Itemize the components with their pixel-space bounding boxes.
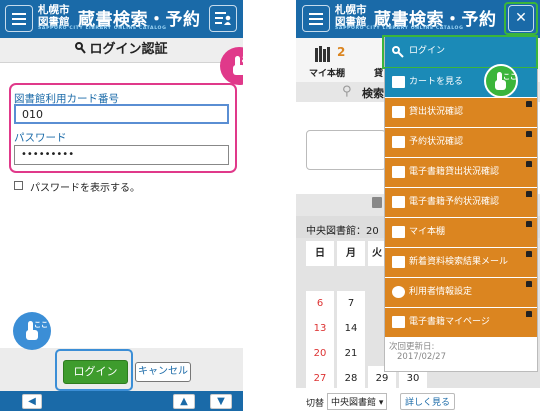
new-mail-icon bbox=[392, 256, 405, 268]
menu-item-label: 電子書籍貸出状況確認 bbox=[409, 167, 500, 177]
ebook-house-icon bbox=[392, 166, 405, 178]
card-number-input[interactable]: 010 bbox=[14, 104, 229, 124]
login-screen: 札幌市 図書館 蔵書検索・予約 SAPPORO CITY LIBRARY ONLI… bbox=[0, 0, 243, 413]
menu-item-label: 貸出状況確認 bbox=[409, 107, 464, 117]
scroll-bottom-icon[interactable]: ▼ bbox=[210, 394, 232, 409]
callout-text-menu: ここ bbox=[503, 73, 517, 81]
day-cell[interactable]: 6 bbox=[306, 291, 334, 316]
menu-item-label: 電子書籍マイページ bbox=[409, 317, 490, 327]
user-list-icon bbox=[215, 12, 231, 25]
page-title-text: ログイン認証 bbox=[89, 42, 168, 57]
day-cell[interactable]: 21 bbox=[337, 341, 365, 366]
app-header: 札幌市 図書館 蔵書検索・予約 SAPPORO CITY LIBRARY ONLI… bbox=[0, 0, 243, 38]
book-edit-icon bbox=[392, 136, 405, 148]
account-menu-button[interactable] bbox=[209, 5, 237, 32]
cart-icon bbox=[392, 76, 405, 88]
show-password-label: パスワードを表示する。 bbox=[30, 183, 140, 194]
menu-item-label: 利用者情報設定 bbox=[409, 287, 473, 297]
hamburger-icon bbox=[309, 13, 323, 15]
menu-item-loans[interactable]: 貸出状況確認 bbox=[385, 98, 537, 128]
logo-city: 札幌市 図書館 bbox=[38, 4, 70, 28]
day-cell[interactable]: 14 bbox=[337, 316, 365, 341]
menu-item-ebook-mypage[interactable]: 電子書籍マイページ bbox=[385, 308, 537, 338]
menu-button[interactable] bbox=[302, 5, 330, 32]
weekday-sun: 日 bbox=[306, 241, 334, 266]
menu-item-ebook-loans[interactable]: 電子書籍貸出状況確認 bbox=[385, 158, 537, 188]
menu-item-my-bookshelf[interactable]: マイ本棚 bbox=[385, 218, 537, 248]
next-update-label: 次回更新日: bbox=[389, 342, 435, 352]
lock-icon bbox=[526, 311, 532, 317]
page-title: ログイン認証 bbox=[0, 38, 243, 63]
logo-subtitle: SAPPORO CITY LIBRARY ONLINE CATALOG bbox=[38, 26, 167, 31]
logo-city-line1: 札幌市 bbox=[38, 4, 70, 16]
branch-select-value: 中央図書館 bbox=[331, 398, 377, 408]
menu-item-label: 予約状況確認 bbox=[409, 137, 464, 147]
calendar-footer: 切替 中央図書館 ▾ 詳しく見る bbox=[296, 388, 540, 413]
show-password-checkbox[interactable] bbox=[14, 181, 23, 190]
key-icon bbox=[75, 42, 87, 54]
day-cell[interactable]: 28 bbox=[337, 366, 365, 391]
house-icon bbox=[392, 106, 405, 118]
menu-item-new-arrivals-mail[interactable]: 新着資料検索結果メール bbox=[385, 248, 537, 278]
menu-item-reservations[interactable]: 予約状況確認 bbox=[385, 128, 537, 158]
lock-icon bbox=[526, 251, 532, 257]
menu-item-user-settings[interactable]: 利用者情報設定 bbox=[385, 278, 537, 308]
search-heading-text: 検索 bbox=[362, 87, 384, 100]
menu-item-ebook-reservations[interactable]: 電子書籍予約状況確認 bbox=[385, 188, 537, 218]
callout-bubble-bottom bbox=[13, 312, 51, 350]
login-item-highlight bbox=[382, 35, 538, 69]
callout-text-top: ここ bbox=[241, 55, 243, 75]
login-button[interactable]: ログイン bbox=[63, 360, 128, 384]
weekday-mon: 月 bbox=[337, 241, 365, 266]
day-cell[interactable]: 13 bbox=[306, 316, 334, 341]
lock-icon bbox=[526, 281, 532, 287]
back-arrow-icon[interactable]: ◀ bbox=[22, 394, 42, 409]
lock-icon bbox=[526, 161, 532, 167]
more-details-button[interactable]: 詳しく見る bbox=[400, 393, 456, 410]
next-update-date: 2017/02/27 bbox=[397, 352, 446, 362]
bookshelf-count: 2 bbox=[337, 45, 346, 59]
cancel-button[interactable]: キャンセル bbox=[135, 362, 191, 382]
bookshelf-label[interactable]: マイ本棚 bbox=[309, 66, 345, 79]
password-label: パスワード bbox=[14, 132, 67, 144]
branch-text: 中央図書館：20 bbox=[306, 226, 379, 237]
weekday-tue: 火 bbox=[368, 241, 384, 266]
person-icon bbox=[392, 316, 405, 328]
calendar-icon bbox=[372, 197, 382, 208]
gear-icon bbox=[392, 286, 405, 298]
branch-select[interactable]: 中央図書館 ▾ bbox=[327, 393, 388, 410]
lock-icon bbox=[526, 101, 532, 107]
bookshelf-icon bbox=[315, 46, 330, 62]
search-icon: ⚲ bbox=[342, 84, 352, 99]
menu-item-label: 新着資料検索結果メール bbox=[409, 257, 509, 267]
search-input[interactable] bbox=[306, 130, 386, 170]
scroll-top-icon[interactable]: ▲ bbox=[173, 394, 195, 409]
menu-item-label: 電子書籍予約状況確認 bbox=[409, 197, 500, 207]
callout-text-bottom: ここ bbox=[34, 321, 48, 329]
menu-item-label: カートを見る bbox=[409, 77, 464, 87]
logo-city: 札幌市 図書館 bbox=[335, 4, 367, 28]
close-menu-button[interactable]: ✕ bbox=[508, 5, 534, 32]
logo-subtitle: SAPPORO CITY LIBRARY ONLINE CATALOG bbox=[335, 26, 464, 31]
bottom-nav: ◀ ▲ ▼ bbox=[0, 391, 243, 411]
lock-icon bbox=[526, 131, 532, 137]
switch-label: 切替 bbox=[306, 399, 325, 409]
lock-icon bbox=[526, 191, 532, 197]
lock-icon bbox=[526, 221, 532, 227]
password-input[interactable]: ••••••••• bbox=[14, 145, 229, 165]
menu-item-label: マイ本棚 bbox=[409, 227, 446, 237]
hamburger-icon bbox=[12, 13, 26, 15]
menu-button[interactable] bbox=[5, 5, 33, 32]
ebook-edit-icon bbox=[392, 196, 405, 208]
bookshelf-icon bbox=[392, 226, 405, 238]
logo-city-line1: 札幌市 bbox=[335, 4, 367, 16]
day-cell[interactable]: 7 bbox=[337, 291, 365, 316]
day-cell[interactable]: 27 bbox=[306, 366, 334, 391]
day-cell[interactable]: 20 bbox=[306, 341, 334, 366]
